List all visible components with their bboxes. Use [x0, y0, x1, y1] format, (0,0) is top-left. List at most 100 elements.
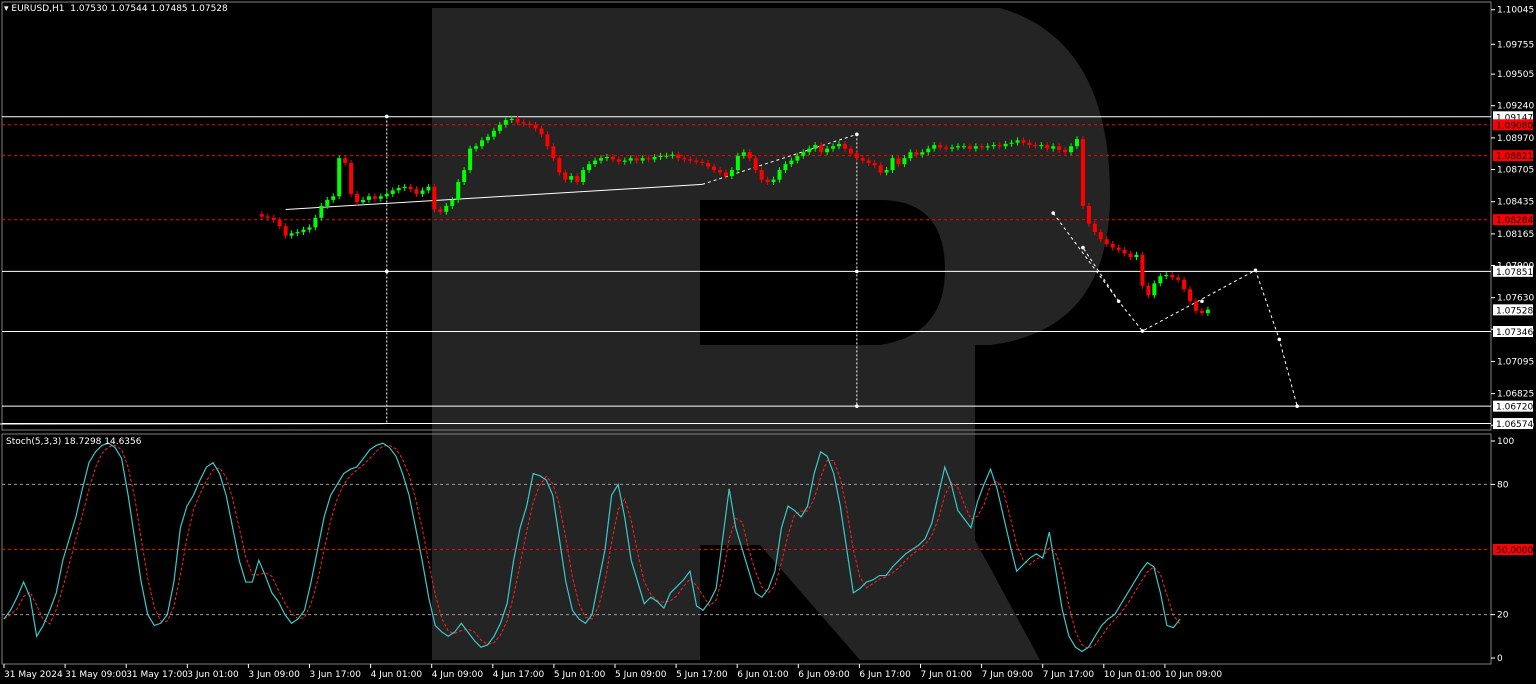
watermark-letter: [432, 8, 1110, 660]
candle-body: [480, 140, 484, 147]
candle-body: [408, 186, 413, 190]
candle-body: [438, 209, 443, 212]
candle-body: [557, 158, 562, 173]
time-axis: 31 May 2024 31 May 09:00 31 May 17:00 3 Jun…: [3, 664, 1222, 680]
candle-body: [729, 170, 734, 177]
candle-body: [366, 196, 371, 200]
price-tick-label: 1.07630: [1497, 294, 1534, 304]
candle-body: [277, 220, 282, 227]
candle-body: [1104, 239, 1109, 245]
candle-body: [289, 233, 294, 236]
candle-body: [1069, 146, 1074, 153]
candle-body: [753, 158, 758, 171]
time-tick-label: 6 Jun 09:00: [798, 670, 850, 680]
candle-body: [664, 155, 669, 157]
candle-body: [896, 158, 901, 165]
candle-body: [521, 122, 526, 124]
candle-body: [944, 147, 949, 149]
candle-body: [1033, 145, 1038, 147]
candle-body: [563, 172, 568, 180]
candle-body: [712, 166, 717, 171]
price-level-label: 1.09080: [1496, 121, 1533, 131]
candle-body: [551, 146, 556, 159]
projection-point: [1051, 211, 1055, 215]
candle-body: [1164, 275, 1169, 277]
projection-point: [1295, 404, 1299, 408]
candle-body: [1134, 254, 1139, 258]
candle-body: [1075, 139, 1079, 147]
candle-body: [1182, 279, 1187, 290]
price-tick-label: 1.08970: [1497, 134, 1534, 144]
symbol-label: EURUSD,H1: [11, 4, 65, 14]
time-tick-label: 3 Jun 09:00: [248, 670, 300, 680]
candle-body: [682, 158, 687, 160]
price-tick-label: 1.10045: [1497, 6, 1534, 16]
candle-body: [979, 146, 984, 148]
candle-body: [706, 162, 711, 167]
candle-body: [1051, 146, 1056, 149]
candle-body: [700, 161, 705, 163]
candle-body: [961, 146, 966, 148]
candle-body: [414, 189, 419, 194]
candle-body: [932, 145, 937, 149]
candle-body: [426, 186, 431, 191]
projection-point: [1200, 299, 1204, 304]
candle-body: [723, 172, 728, 177]
time-tick-label: 4 Jun 01:00: [371, 670, 423, 680]
candle-body: [1092, 223, 1097, 233]
candle-body: [343, 158, 348, 163]
price-tick-label: 1.09240: [1497, 102, 1534, 112]
projection-point: [1116, 299, 1121, 304]
candle-body: [759, 170, 764, 180]
candle-body: [735, 155, 740, 171]
time-tick-label: 7 Jun 17:00: [1043, 670, 1095, 680]
candle-body: [295, 232, 300, 234]
candle-body: [1128, 253, 1133, 258]
candle-body: [450, 199, 455, 206]
candle-body: [819, 145, 824, 153]
candle-body: [610, 156, 615, 160]
candle-body: [884, 170, 889, 173]
time-tick-label: 10 Jun 01:00: [1104, 670, 1161, 680]
candle-body: [468, 148, 473, 171]
ohlc-open: 1.07530: [70, 4, 108, 14]
time-tick-label: 5 Jun 17:00: [676, 670, 728, 680]
time-tick-label: 31 May 17:00: [126, 670, 188, 680]
price-level-label: 1.08284: [1496, 216, 1533, 226]
candle-body: [509, 118, 514, 121]
price-tick-label: 1.09505: [1497, 70, 1534, 80]
time-tick-label: 31 May 09:00: [65, 670, 127, 680]
candle-body: [1152, 283, 1157, 296]
time-tick-label: 3 Jun 01:00: [187, 670, 239, 680]
stoch-tick-label: 100: [1497, 437, 1514, 447]
price-level-label: 1.06720: [1496, 403, 1533, 413]
candle-body: [271, 217, 276, 221]
projection-point: [1140, 329, 1145, 333]
candle-body: [1021, 140, 1026, 143]
candle-body: [628, 158, 633, 161]
candle-body: [539, 128, 544, 135]
candle-body: [515, 118, 520, 123]
candle-body: [1146, 285, 1151, 296]
candle-body: [670, 154, 675, 156]
time-tick-label: 6 Jun 17:00: [859, 670, 911, 680]
candle-body: [1110, 244, 1115, 248]
candle-body: [432, 186, 437, 210]
candle-body: [1027, 142, 1032, 146]
candle-body: [688, 159, 693, 161]
candle-body: [837, 143, 841, 147]
price-tick-label: 1.08435: [1497, 198, 1534, 208]
candle-body: [676, 154, 681, 159]
candle-body: [991, 145, 996, 147]
candle-body: [956, 146, 960, 148]
candle-body: [355, 193, 360, 203]
time-tick-label: 7 Jun 09:00: [982, 670, 1034, 680]
candle-body: [1063, 149, 1068, 153]
candle-body: [842, 143, 847, 149]
candle-body: [396, 187, 401, 191]
time-tick-label: 31 May 2024: [4, 670, 63, 680]
candle-body: [378, 196, 383, 199]
price-level-label: 1.07528: [1496, 306, 1533, 316]
price-tick-label: 1.09755: [1497, 40, 1534, 50]
time-tick-label: 5 Jun 01:00: [554, 670, 606, 680]
